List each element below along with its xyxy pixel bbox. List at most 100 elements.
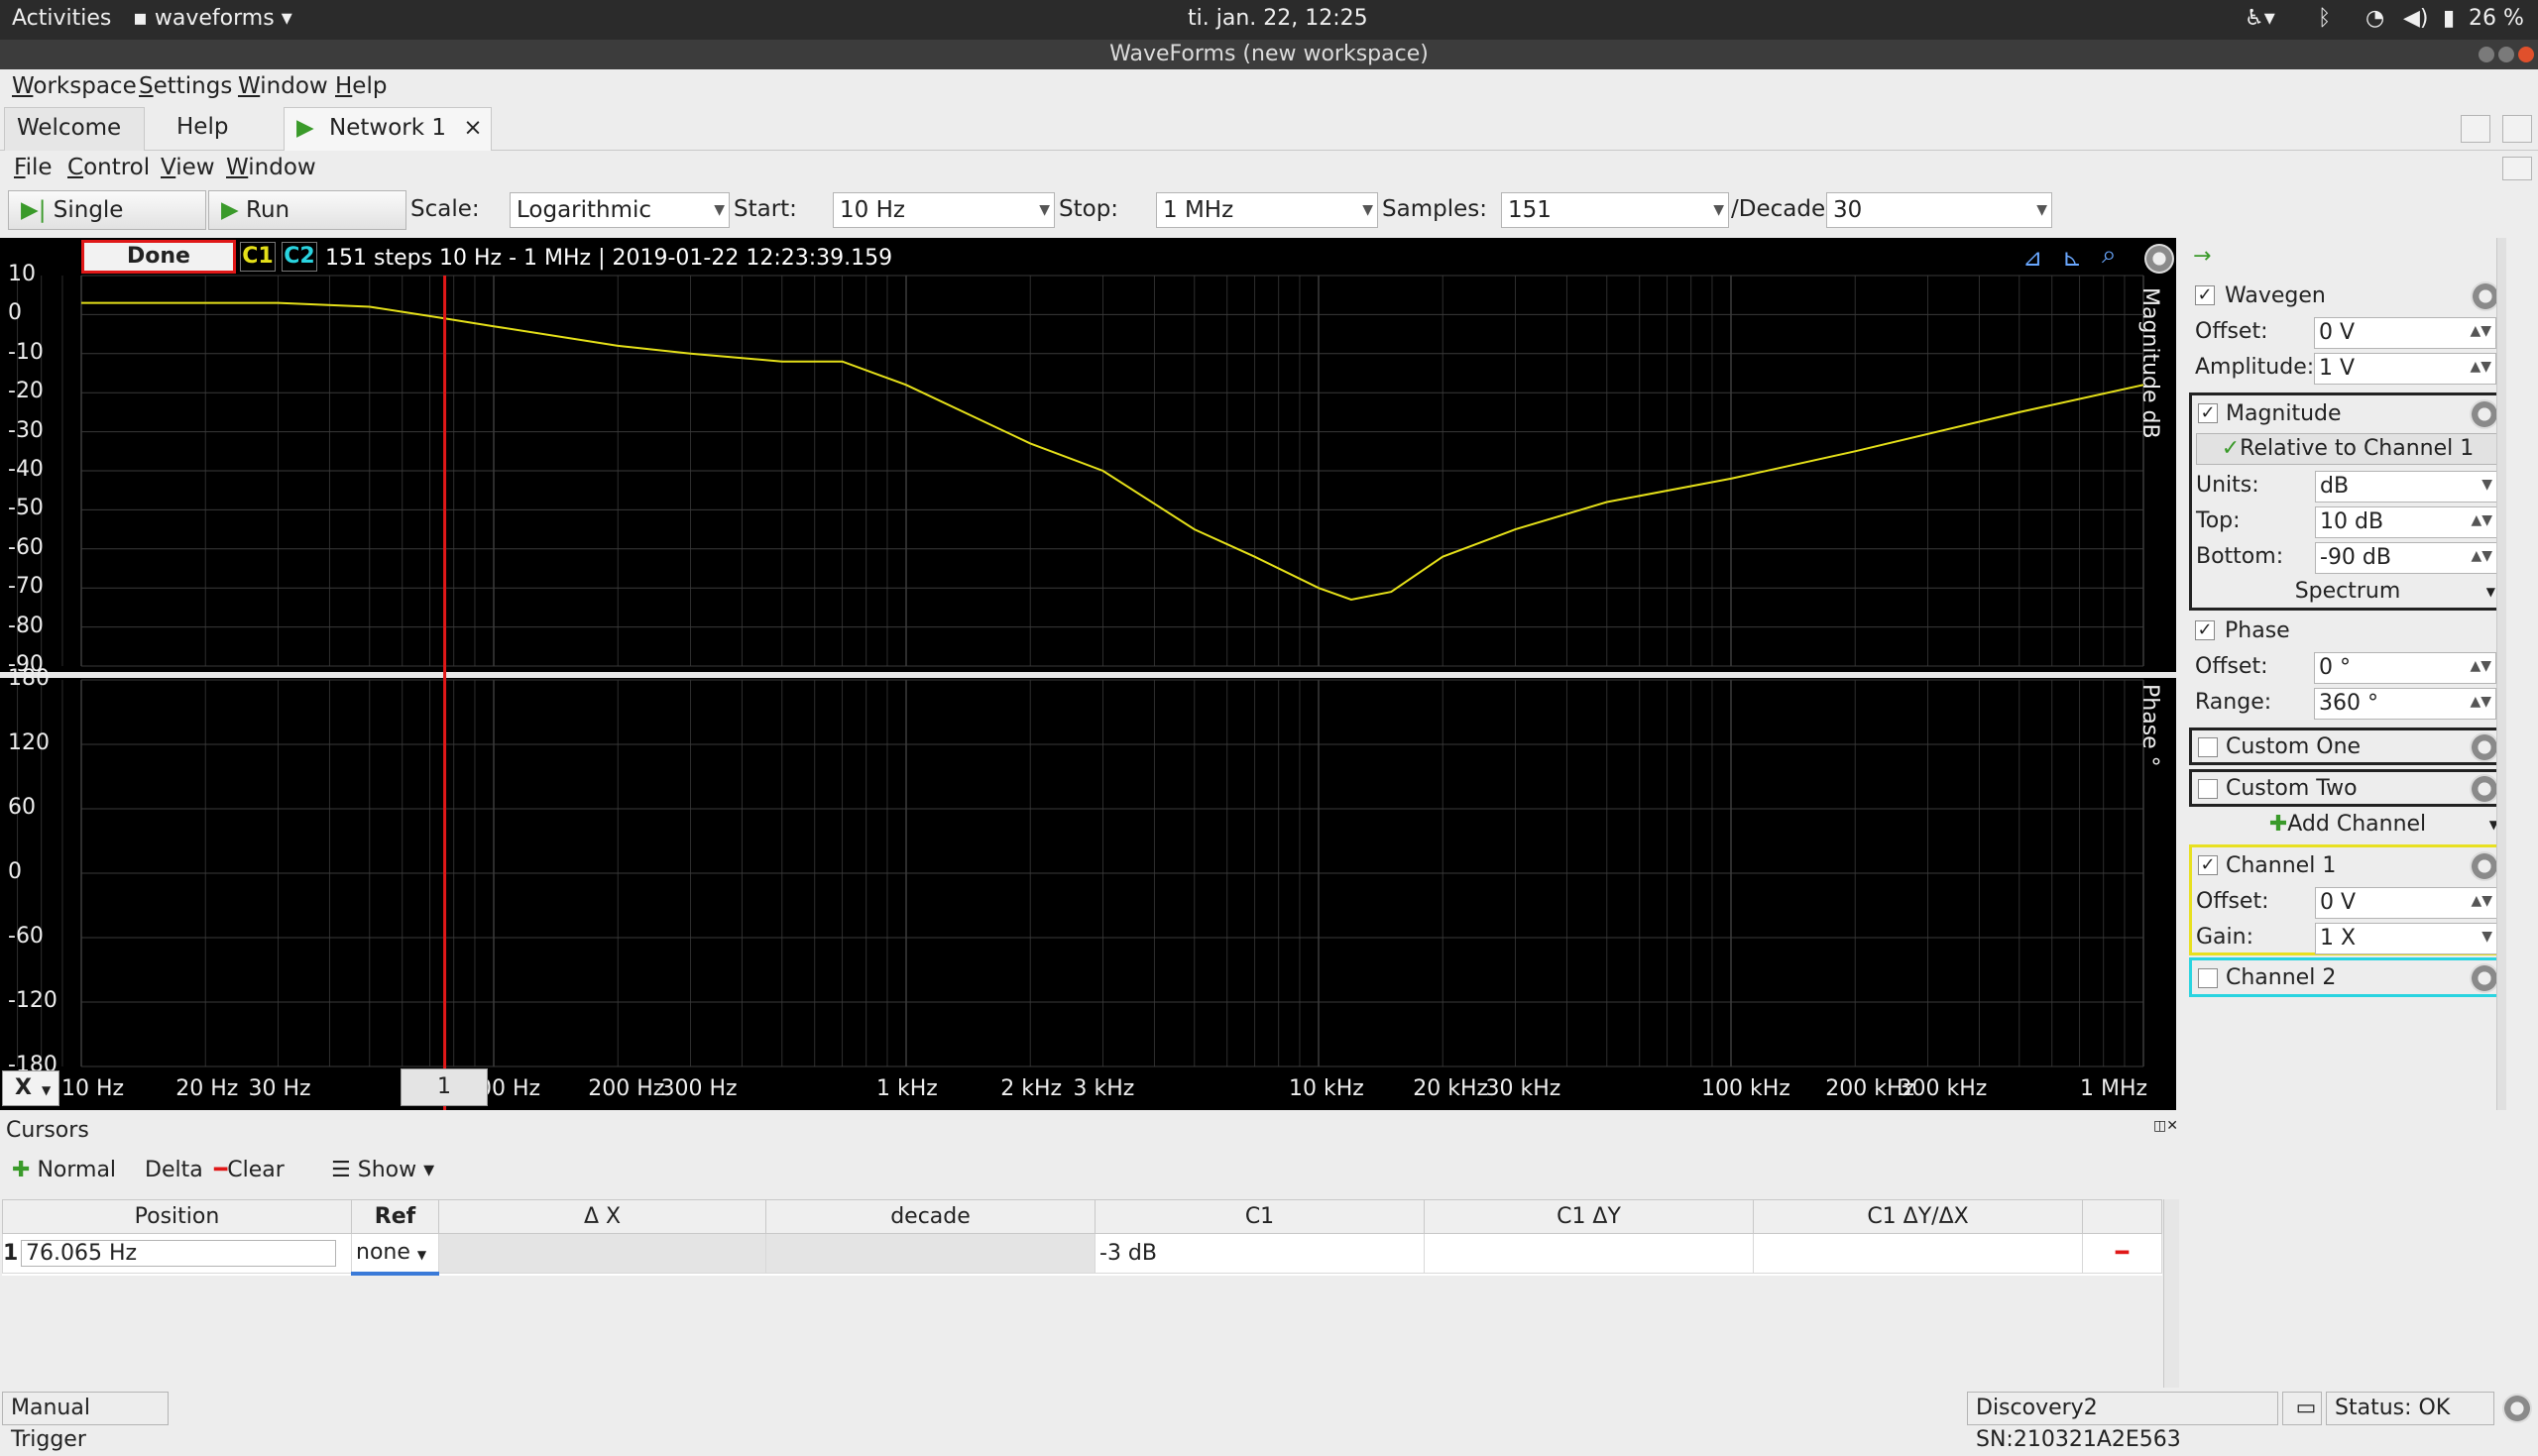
phase-offset-input[interactable]: 0 ° ▲▼: [2314, 652, 2496, 684]
delta-cursor-button[interactable]: Delta: [145, 1158, 203, 1182]
wavegen-offset-input[interactable]: 0 V ▲▼: [2314, 317, 2496, 349]
menu-workspace[interactable]: Workspace: [12, 73, 137, 99]
minimize-icon[interactable]: [2479, 47, 2494, 62]
col-delta-x[interactable]: Δ X: [438, 1199, 766, 1234]
menu-file[interactable]: File: [14, 155, 53, 180]
custom-one-gear-icon[interactable]: [2470, 732, 2499, 762]
tab-network[interactable]: ▶ Network 1 ×: [284, 107, 492, 151]
channel-2-group: Channel 2: [2189, 957, 2506, 997]
cursor-position-input[interactable]: 76.065 Hz: [21, 1240, 336, 1267]
col-c1-dydx[interactable]: C1 ΔY/ΔX: [1753, 1199, 2083, 1234]
x-axis-button[interactable]: X ▼: [2, 1070, 59, 1106]
channel-1-gear-icon[interactable]: [2470, 851, 2499, 881]
col-c1-dy[interactable]: C1 ΔY: [1424, 1199, 1754, 1234]
cursor-ref-cell[interactable]: none ▼: [351, 1233, 439, 1276]
stop-input[interactable]: 1 MHz ▼: [1156, 192, 1378, 228]
wifi-icon[interactable]: ◔: [2365, 6, 2384, 31]
top-input[interactable]: 10 dB ▲▼: [2315, 506, 2497, 538]
phase-checkbox[interactable]: ✓: [2195, 620, 2215, 640]
clear-cursors-button[interactable]: ━Clear: [214, 1158, 285, 1182]
per-decade-input[interactable]: 30 ▼: [1826, 192, 2052, 228]
workspace-tabs: Welcome ✚ Help ▶ Network 1 ×: [0, 105, 2538, 180]
magnitude-checkbox[interactable]: ✓: [2198, 403, 2218, 423]
remove-cursor-icon[interactable]: ━: [2082, 1233, 2162, 1274]
cursor-position-cell[interactable]: 1 76.065 Hz: [2, 1233, 352, 1274]
table-row: 1 76.065 Hz none ▼ -3 dB ━: [2, 1233, 2162, 1276]
bottom-input[interactable]: -90 dB ▲▼: [2315, 542, 2497, 574]
run-icon: ▶: [221, 197, 239, 223]
phase-group: ✓ Phase Offset: 0 ° ▲▼ Range: 360 ° ▲▼: [2189, 613, 2506, 724]
tab-welcome[interactable]: Welcome ✚: [4, 107, 145, 180]
scale-value: Logarithmic: [517, 197, 652, 223]
col-decade[interactable]: decade: [765, 1199, 1096, 1234]
close-tab-icon[interactable]: ×: [463, 115, 482, 141]
add-icon: ✚: [12, 1158, 31, 1182]
magnitude-axis-title: Magnitude dB: [2137, 287, 2162, 439]
relative-to-channel-button[interactable]: ✓Relative to Channel 1: [2196, 433, 2499, 465]
magnitude-y-tick-label: -30: [8, 417, 44, 443]
menu-window-sub[interactable]: Window: [226, 155, 316, 180]
battery-icon[interactable]: ▮: [2443, 6, 2455, 31]
bode-plot[interactable]: Done C1 C2 151 steps 10 Hz - 1 MHz | 201…: [0, 238, 2176, 1110]
channel-1-offset-input[interactable]: 0 V ▲▼: [2315, 887, 2497, 919]
col-ref[interactable]: Ref: [351, 1199, 439, 1234]
cursor-1-marker[interactable]: 1: [401, 1068, 488, 1106]
app-menu[interactable]: ▪ waveforms ▾: [133, 6, 292, 31]
single-button[interactable]: ▶| Single: [8, 190, 206, 230]
manual-trigger-button[interactable]: Manual Trigger: [2, 1392, 169, 1452]
show-cursors-button[interactable]: ☰ Show ▾: [331, 1158, 434, 1182]
custom-two-checkbox[interactable]: [2198, 779, 2218, 799]
wavegen-checkbox[interactable]: ✓: [2195, 285, 2215, 305]
tab-help[interactable]: Help: [165, 107, 274, 151]
bluetooth-icon[interactable]: ᛒ: [2318, 6, 2331, 31]
menu-settings[interactable]: Settings: [139, 73, 232, 99]
col-position[interactable]: Position: [2, 1199, 352, 1234]
undock-icon[interactable]: [2502, 115, 2532, 143]
panel-scrollbar[interactable]: [2496, 238, 2506, 1110]
spectrum-button[interactable]: Spectrum ▼: [2196, 578, 2499, 608]
phase-range-input[interactable]: 360 ° ▲▼: [2314, 688, 2496, 720]
run-label: Run: [246, 197, 290, 223]
maximize-icon[interactable]: [2498, 47, 2514, 62]
normal-cursor-button[interactable]: ✚ Normal: [12, 1158, 116, 1182]
play-icon: ▶: [296, 115, 314, 141]
add-channel-button[interactable]: ✚Add Channel ▼: [2189, 809, 2506, 842]
cursors-scrollbar[interactable]: [2163, 1199, 2179, 1388]
activities-button[interactable]: Activities: [12, 6, 111, 31]
channel-2-checkbox[interactable]: [2198, 968, 2218, 988]
cursor-ref-select[interactable]: none: [352, 1240, 410, 1265]
channel-2-gear-icon[interactable]: [2470, 963, 2499, 993]
device-icon[interactable]: ▭: [2282, 1392, 2322, 1425]
scale-select[interactable]: Logarithmic ▼: [510, 192, 730, 228]
menu-help[interactable]: Help: [335, 73, 387, 99]
x-tick-label: 2 kHz: [1000, 1076, 1063, 1101]
channel-1-gain-select[interactable]: 1 X ▼: [2315, 923, 2497, 954]
col-c1[interactable]: C1: [1095, 1199, 1425, 1234]
close-window-icon[interactable]: [2518, 47, 2534, 62]
menu-control[interactable]: Control: [67, 155, 150, 180]
start-input[interactable]: 10 Hz ▼: [833, 192, 1055, 228]
magnitude-gear-icon[interactable]: [2470, 399, 2499, 429]
run-button[interactable]: ▶ Run: [208, 190, 406, 230]
decade-cell[interactable]: [765, 1233, 1096, 1274]
channel-1-checkbox[interactable]: ✓: [2198, 855, 2218, 875]
delta-x-cell[interactable]: [438, 1233, 766, 1274]
panel-icon[interactable]: [2502, 157, 2532, 180]
dock-icon[interactable]: [2461, 115, 2490, 143]
clock[interactable]: ti. jan. 22, 12:25: [1188, 6, 1368, 31]
status-gear-icon[interactable]: [2502, 1394, 2532, 1423]
custom-two-gear-icon[interactable]: [2470, 774, 2499, 804]
menu-view[interactable]: View: [161, 155, 215, 180]
units-select[interactable]: dB ▼: [2315, 471, 2497, 503]
samples-input[interactable]: 151 ▼: [1501, 192, 1729, 228]
panel-close-icon[interactable]: ◫✕: [2153, 1118, 2178, 1134]
pane-splitter[interactable]: [0, 672, 2176, 678]
device-info[interactable]: Discovery2 SN:210321A2E563: [1967, 1392, 2278, 1452]
wavegen-amplitude-input[interactable]: 1 V ▲▼: [2314, 353, 2496, 385]
magnitude-label: Magnitude: [2226, 401, 2342, 426]
volume-icon[interactable]: ◀): [2403, 6, 2429, 31]
collapse-arrow-icon[interactable]: →: [2193, 244, 2211, 269]
custom-one-checkbox[interactable]: [2198, 737, 2218, 757]
accessibility-icon[interactable]: ♿▾: [2245, 6, 2275, 31]
menu-window[interactable]: Window: [238, 73, 328, 99]
